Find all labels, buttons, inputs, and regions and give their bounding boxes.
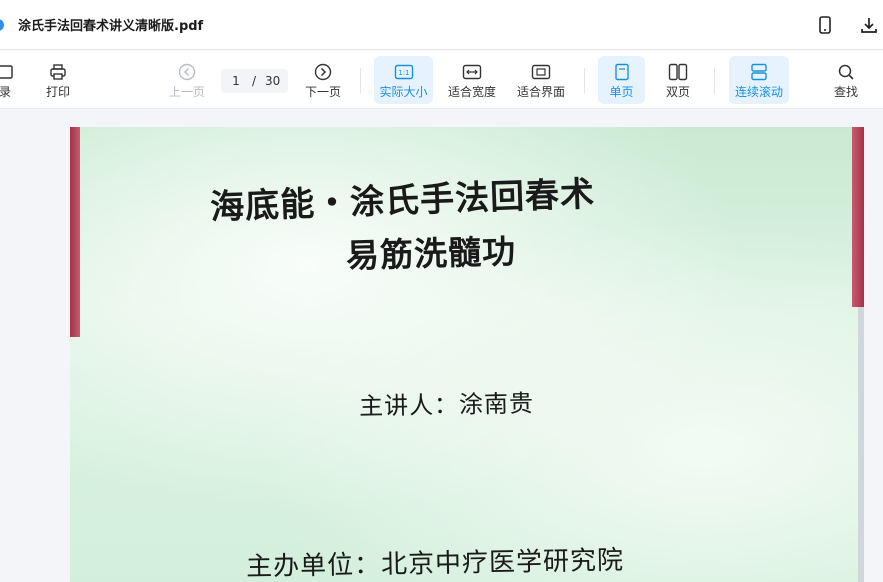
continuous-scroll-button[interactable]: 连续滚动	[729, 56, 789, 104]
double-page-icon	[668, 62, 688, 82]
actual-size-label: 实际大小	[379, 84, 428, 99]
cover-edge-right	[852, 127, 864, 307]
single-page-icon	[612, 62, 632, 82]
fit-page-label: 适合界面	[516, 84, 565, 99]
toolbar-divider	[584, 68, 585, 94]
fit-page-button[interactable]: 适合界面	[513, 56, 569, 104]
doc-lecturer: 主讲人：涂南贵	[358, 389, 535, 421]
doc-organizer: 主办单位：北京中疗医学研究院	[245, 545, 625, 582]
fit-width-label: 适合宽度	[447, 84, 496, 99]
double-page-button[interactable]: 双页	[656, 56, 700, 104]
page-separator: /	[252, 74, 257, 88]
pdf-toolbar: 录 打印 上一页 1 / 30 下一页 1:1 实际大小 适合宽度 适合界面 单…	[0, 51, 883, 109]
title-bar: 涂氏手法回春术讲义清晰版.pdf	[0, 0, 883, 50]
fit-width-icon	[462, 62, 482, 82]
continuous-scroll-icon	[749, 62, 769, 82]
cover-edge-left	[70, 127, 80, 337]
toolbar-divider	[360, 68, 361, 94]
search-icon	[836, 62, 856, 82]
single-page-label: 单页	[609, 84, 634, 99]
printer-icon	[48, 62, 68, 82]
print-button[interactable]: 打印	[40, 56, 76, 104]
doc-heading-line2: 易筋洗髓功	[345, 231, 517, 276]
mobile-view-icon[interactable]	[814, 14, 836, 36]
search-label: 查找	[833, 84, 858, 99]
toolbar-divider	[714, 68, 715, 94]
contents-label: 录	[0, 84, 11, 99]
doc-heading-line1: 海底能・涂氏手法回春术	[209, 174, 596, 228]
prev-page-label: 上一页	[168, 84, 205, 99]
total-pages: 30	[265, 74, 281, 88]
chevron-right-circle-icon	[313, 62, 333, 82]
actual-size-icon: 1:1	[394, 62, 414, 82]
document-viewer[interactable]: 海底能・涂氏手法回春术 易筋洗髓功 主讲人：涂南贵 主办单位：北京中疗医学研究院	[0, 110, 883, 582]
pdf-page: 海底能・涂氏手法回春术 易筋洗髓功 主讲人：涂南贵 主办单位：北京中疗医学研究院	[70, 127, 864, 582]
contents-button[interactable]: 录	[0, 56, 18, 104]
document-title: 涂氏手法回春术讲义清晰版.pdf	[18, 19, 204, 34]
current-page-input[interactable]: 1	[229, 74, 243, 88]
contents-icon	[0, 62, 15, 82]
fit-page-icon	[531, 62, 551, 82]
print-label: 打印	[45, 84, 70, 99]
search-button[interactable]: 查找	[828, 56, 864, 104]
chevron-left-circle-icon	[177, 62, 197, 82]
next-page-label: 下一页	[304, 84, 341, 99]
continuous-scroll-label: 连续滚动	[734, 84, 783, 99]
download-icon[interactable]	[858, 14, 880, 36]
single-page-button[interactable]: 单页	[598, 56, 645, 104]
page-edge-shadow	[858, 307, 864, 582]
fit-width-button[interactable]: 适合宽度	[444, 56, 500, 104]
app-logo-icon	[0, 19, 4, 31]
next-page-button[interactable]: 下一页	[300, 56, 346, 104]
prev-page-button[interactable]: 上一页	[164, 56, 210, 104]
page-indicator: 1 / 30	[221, 69, 289, 93]
double-page-label: 双页	[665, 84, 690, 99]
actual-size-icon-text: 1:1	[398, 69, 409, 77]
actual-size-button[interactable]: 1:1 实际大小	[374, 56, 433, 104]
